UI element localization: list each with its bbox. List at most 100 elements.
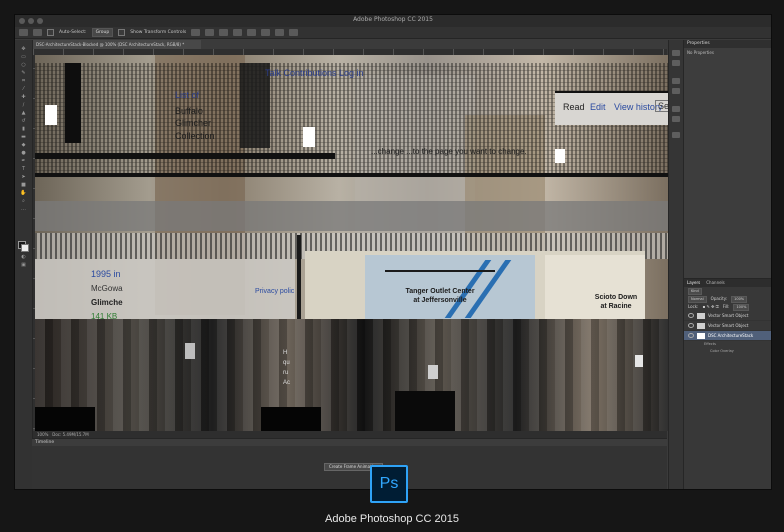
history-brush-icon[interactable]: ↺ — [19, 118, 28, 124]
lock-label: Lock: — [688, 304, 699, 309]
marquee-tool-icon[interactable]: ▭ — [19, 54, 28, 60]
document-tab[interactable]: DSC-ArchitectureStack-Blocked @ 100% (DS… — [33, 40, 201, 49]
map-line — [385, 270, 495, 272]
quick-select-icon[interactable]: ✎ — [19, 70, 28, 76]
3d-mode-icon[interactable] — [289, 29, 299, 36]
character-panel-icon[interactable] — [672, 78, 680, 84]
wiki-list-item[interactable]: Collection — [175, 131, 215, 141]
doc-size-readout[interactable]: Doc: 5.49M/15.7M — [52, 432, 88, 437]
timeline-header[interactable]: Timeline — [32, 439, 667, 446]
document-canvas[interactable]: Tanger Outlet Center at Jeffersonville S… — [35, 55, 668, 431]
move-tool-icon[interactable] — [19, 29, 28, 36]
tab-layers[interactable]: Layers — [687, 279, 700, 287]
tools-panel: ✥ ▭ ○ ✎ ⌗ ⁄ ✚ ∕ ▲ ↺ ▮ ▬ ◆ ● ✒ T ➤ ■ ✋ ⌕ … — [15, 40, 33, 489]
history-panel-icon[interactable] — [672, 50, 680, 56]
layers-panel-tabs: Layers Channels — [684, 279, 771, 287]
glitch-block — [65, 63, 81, 143]
glitch-line — [297, 235, 301, 319]
panel-icon-strip — [668, 40, 683, 489]
brush-tool-icon[interactable]: ∕ — [19, 102, 28, 108]
layer-thumbnail — [697, 332, 705, 339]
hand-tool-icon[interactable]: ✋ — [19, 190, 28, 196]
align-bottom-icon[interactable] — [219, 29, 229, 36]
layer-row-selected[interactable]: DSC ArchitectureStack — [684, 331, 771, 341]
paragraph-panel-icon[interactable] — [672, 88, 680, 94]
lock-icon[interactable]: ▪ ✎ ✥ ⚿ — [702, 303, 718, 311]
transform-controls-checkbox[interactable] — [118, 29, 126, 36]
stamp-tool-icon[interactable]: ▲ — [19, 110, 28, 116]
eye-icon[interactable] — [688, 313, 694, 318]
healing-brush-icon[interactable]: ✚ — [19, 94, 28, 100]
eye-icon[interactable] — [688, 333, 694, 338]
layer-row[interactable]: Vector Smart Object — [684, 311, 771, 321]
crop-tool-icon[interactable]: ⌗ — [19, 78, 28, 84]
glitch-white-block — [555, 149, 565, 163]
layer-row[interactable]: Vector Smart Object — [684, 321, 771, 331]
layer-effects[interactable]: Effects — [684, 341, 771, 348]
eyedropper-icon[interactable]: ⁄ — [19, 86, 28, 92]
background-color-swatch[interactable] — [21, 244, 29, 252]
layer-effect-color-overlay[interactable]: Color Overlay — [684, 348, 771, 355]
path-select-icon[interactable]: ➤ — [19, 174, 28, 180]
glitch-white-block — [45, 105, 57, 125]
auto-select-dropdown[interactable]: Group — [91, 28, 114, 37]
tool-preset-icon[interactable] — [33, 29, 42, 36]
more-tools-icon[interactable]: … — [19, 206, 28, 212]
logo-text: Ps — [379, 475, 399, 492]
zoom-tool-icon[interactable]: ⌕ — [19, 198, 28, 204]
zoom-readout[interactable]: 100% — [37, 432, 48, 437]
options-bar: Auto-Select: Group Show Transform Contro… — [15, 27, 771, 39]
auto-select-checkbox[interactable] — [47, 29, 54, 36]
info-panel-icon[interactable] — [672, 132, 680, 138]
pen-tool-icon[interactable]: ✒ — [19, 158, 28, 164]
wiki-list-item[interactable]: List of — [175, 90, 199, 100]
glitch-white-block — [303, 127, 315, 147]
screen-mode-icon[interactable]: ▣ — [19, 262, 28, 268]
clone-source-panel-icon[interactable] — [672, 116, 680, 122]
align-center-icon[interactable] — [247, 29, 257, 36]
quick-mask-icon[interactable]: ◐ — [19, 254, 28, 260]
wiki-read-tab[interactable]: Read — [563, 102, 585, 112]
wiki-user-links: Talk Contributions Log in — [265, 68, 364, 78]
lock-fill-row: Lock: ▪ ✎ ✥ ⚿ Fill: 100% — [684, 303, 771, 311]
align-top-icon[interactable] — [191, 29, 201, 36]
fill-field[interactable]: 100% — [733, 303, 750, 311]
actions-panel-icon[interactable] — [672, 60, 680, 66]
type-tool-icon[interactable]: T — [19, 166, 28, 172]
move-tool-icon[interactable]: ✥ — [19, 46, 28, 52]
layer-name: Vector Smart Object — [708, 323, 749, 328]
properties-panel-header[interactable]: Properties — [684, 40, 771, 48]
dodge-tool-icon[interactable]: ● — [19, 150, 28, 156]
status-bar: 100% Doc: 5.49M/15.7M — [33, 431, 667, 438]
tab-channels[interactable]: Channels — [706, 279, 725, 287]
glitch-line — [35, 173, 668, 177]
eye-icon[interactable] — [688, 323, 694, 328]
opacity-label: Opacity: — [710, 296, 728, 301]
shape-tool-icon[interactable]: ■ — [19, 182, 28, 188]
wiki-list-item[interactable]: Buffalo — [175, 106, 203, 116]
brush-panel-icon[interactable] — [672, 106, 680, 112]
wiki-list-item[interactable]: Glimcher — [175, 118, 211, 128]
app-title: Adobe Photoshop CC 2015 — [353, 16, 433, 23]
photoshop-window: Adobe Photoshop CC 2015 Auto-Select: Gro… — [14, 14, 772, 490]
align-right-icon[interactable] — [261, 29, 271, 36]
lasso-tool-icon[interactable]: ○ — [19, 62, 28, 68]
wiki-edit-tab[interactable]: Edit — [590, 102, 606, 112]
map-label-jeffersonville: Tanger Outlet Center at Jeffersonville — [405, 288, 475, 304]
wiki-year-link[interactable]: 1995 in — [91, 269, 121, 279]
wiki-privacy-link[interactable]: Privacy polic — [255, 288, 294, 295]
layer-kind-filter[interactable]: Kind — [688, 287, 702, 295]
blend-mode-dropdown[interactable]: Normal — [688, 295, 707, 303]
distribute-icon[interactable] — [275, 29, 285, 36]
glitch-white-block — [428, 365, 438, 379]
eraser-tool-icon[interactable]: ▮ — [19, 126, 28, 132]
map-label-scioto: Scioto Down at Racine — [594, 294, 638, 310]
wiki-search-box[interactable]: Se — [655, 100, 668, 112]
blur-tool-icon[interactable]: ◆ — [19, 142, 28, 148]
opacity-field[interactable]: 100% — [731, 295, 748, 303]
glitch-block — [261, 407, 321, 431]
wiki-mcgowan: McGowa — [91, 284, 123, 293]
gradient-tool-icon[interactable]: ▬ — [19, 134, 28, 140]
align-left-icon[interactable] — [233, 29, 243, 36]
align-middle-icon[interactable] — [205, 29, 215, 36]
